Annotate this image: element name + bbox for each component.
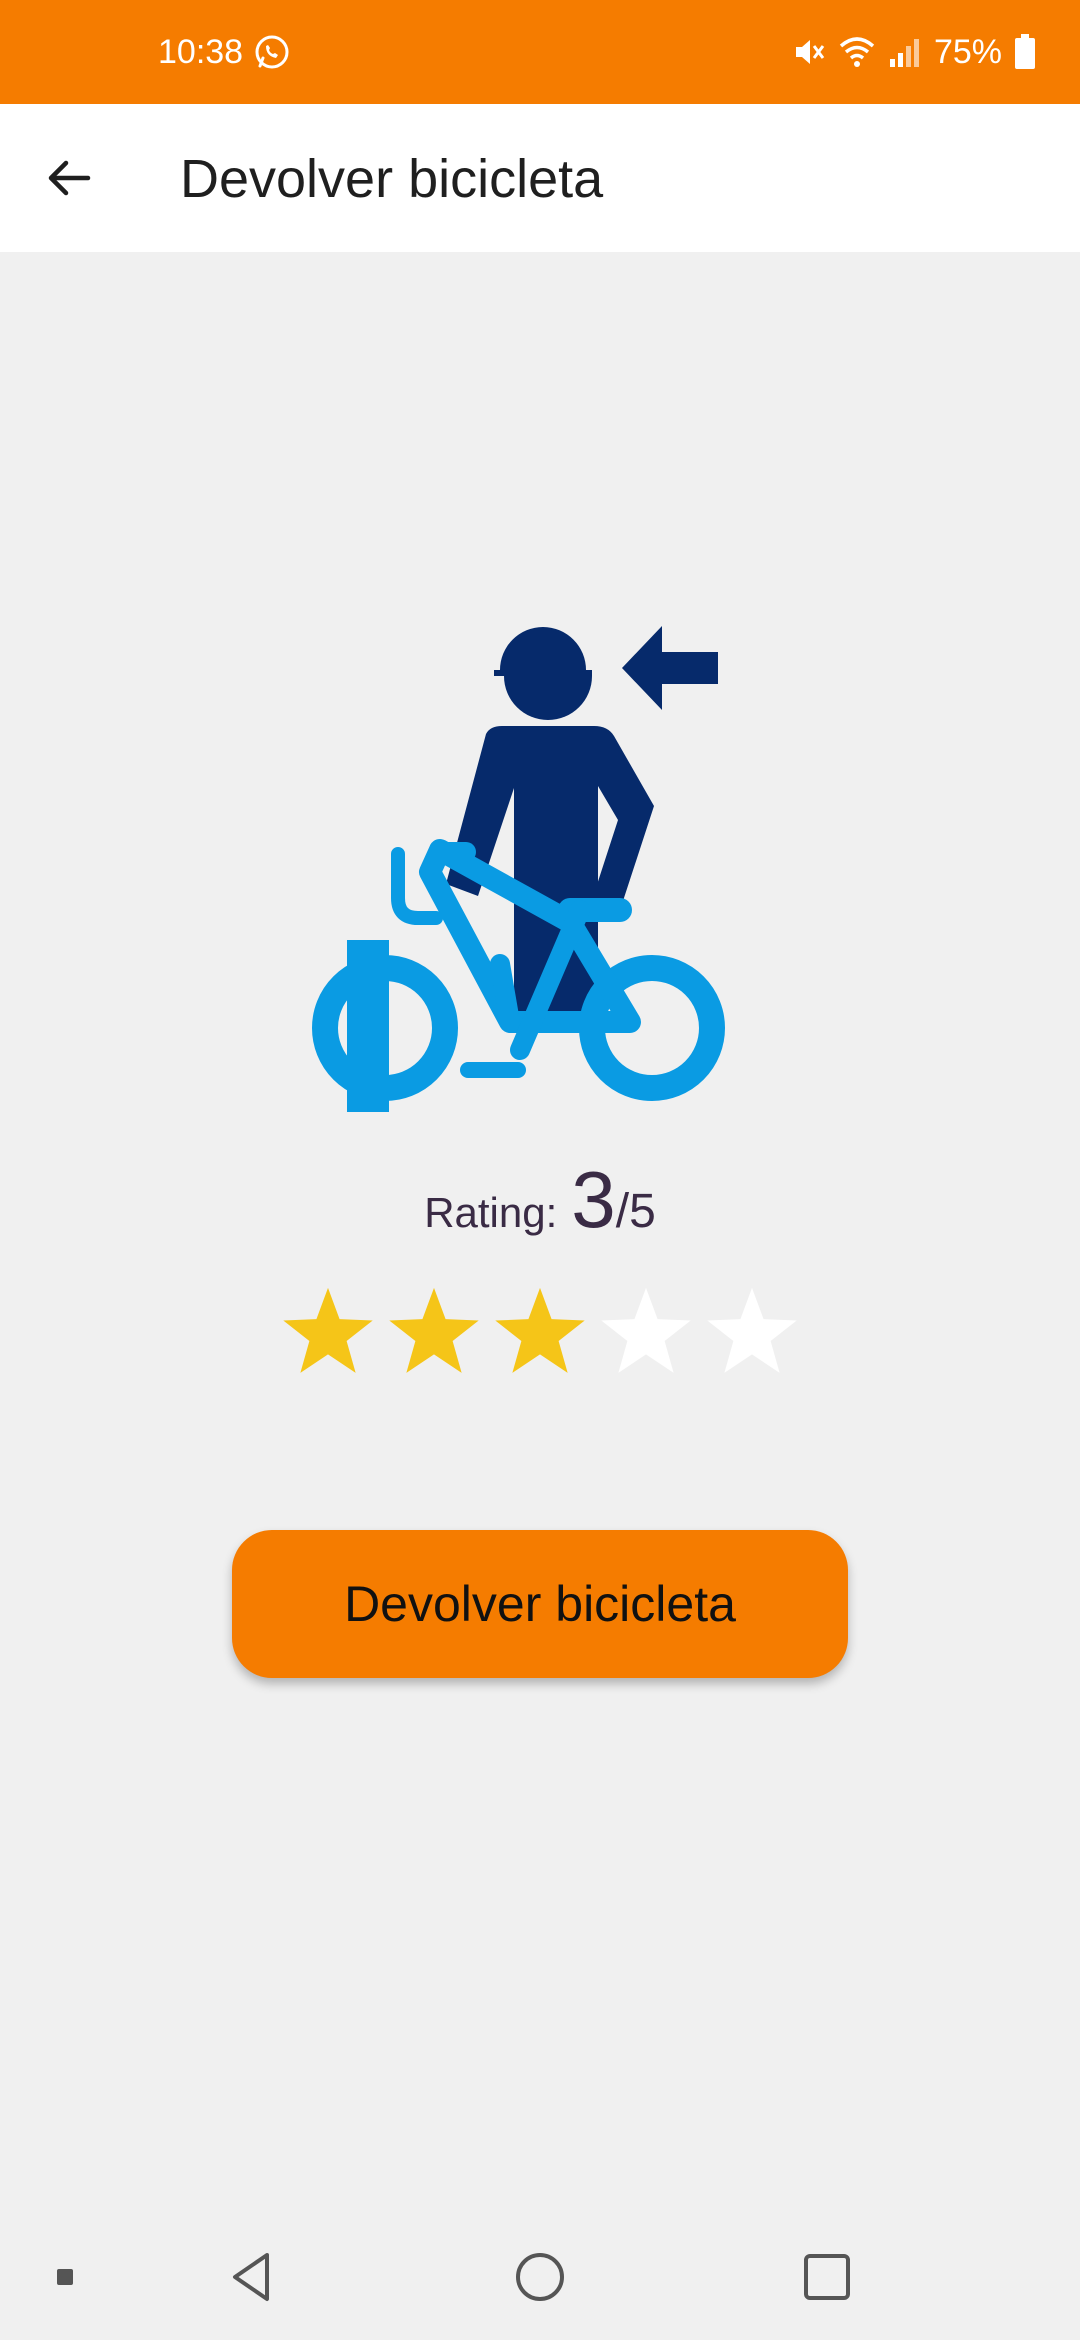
rating-label: Rating:: [424, 1189, 558, 1236]
return-bike-illustration: [312, 626, 725, 1112]
whatsapp-icon: [255, 35, 289, 69]
status-bar: 10:38 75%: [0, 0, 1080, 104]
page-title: Devolver bicicleta: [180, 149, 604, 209]
star-icon[interactable]: [703, 1282, 801, 1380]
app-bar: Devolver bicicleta: [0, 104, 1080, 252]
star-icon[interactable]: [597, 1282, 695, 1380]
battery-percent: 75%: [933, 33, 1002, 71]
dock-post: [347, 940, 389, 1112]
recent-dot-icon: [57, 2269, 73, 2285]
home-nav-button[interactable]: [497, 2234, 583, 2320]
rating-value: 3: [571, 1155, 616, 1244]
back-nav-button[interactable]: [210, 2234, 296, 2320]
battery-icon: [1015, 34, 1035, 69]
back-button[interactable]: [26, 136, 110, 220]
status-icons: 75%: [792, 30, 1036, 74]
rating-total: /5: [615, 1185, 656, 1238]
mute-icon: [795, 40, 825, 64]
back-triangle-icon: [233, 2253, 269, 2301]
arrow-left-icon: [48, 160, 91, 196]
star-icon[interactable]: [491, 1282, 589, 1380]
star-icon[interactable]: [279, 1282, 377, 1380]
overview-nav-button[interactable]: [784, 2234, 870, 2320]
overview-square-icon: [804, 2254, 850, 2300]
star-rating-bar[interactable]: [0, 1282, 1080, 1382]
return-bike-screen: 10:38 75% Devolver bicicleta Rating: 3 /…: [0, 0, 1080, 2340]
star-icon[interactable]: [385, 1282, 483, 1380]
rating-display: Rating: 3 /5: [0, 1150, 1080, 1250]
home-circle-icon: [516, 2253, 564, 2301]
wifi-icon: [839, 37, 875, 67]
recent-dot-button[interactable]: [22, 2234, 108, 2320]
status-time: 10:38: [158, 33, 244, 71]
signal-icon: [889, 39, 919, 67]
return-bike-button[interactable]: Devolver bicicleta: [232, 1530, 848, 1678]
system-nav-bar: [0, 2214, 1080, 2340]
